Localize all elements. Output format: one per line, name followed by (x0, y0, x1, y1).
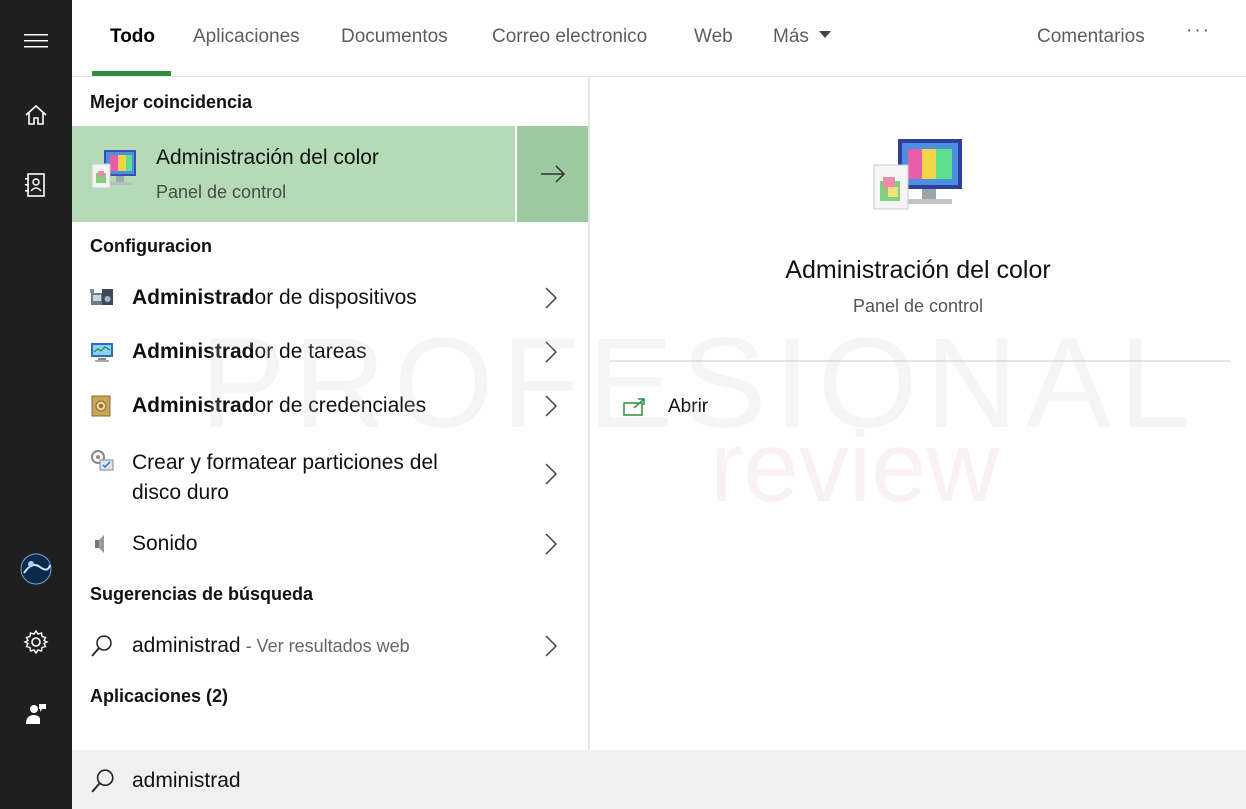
color-management-icon (90, 146, 140, 196)
section-best-match: Mejor coincidencia (90, 92, 253, 112)
caret-down-icon (818, 31, 831, 39)
notebook-icon[interactable] (18, 167, 54, 203)
list-item-label: administrad - Ver resultados web (132, 634, 410, 657)
home-icon[interactable] (18, 97, 54, 133)
open-external-icon (623, 398, 645, 416)
best-match-expand-button[interactable] (517, 126, 588, 222)
list-item-sound[interactable]: Sonido (72, 522, 588, 566)
list-item-credential-manager[interactable]: Administrador de credenciales (72, 384, 588, 428)
tab-email[interactable]: Correo electronico (492, 26, 647, 48)
section-search-suggestions: Sugerencias de búsqueda (90, 584, 314, 604)
list-item-label: Administrador de dispositivos (132, 286, 417, 309)
tab-web[interactable]: Web (694, 26, 733, 48)
search-input[interactable]: administrad (132, 769, 241, 793)
tab-apps[interactable]: Aplicaciones (193, 26, 300, 48)
list-item-disk-management[interactable]: Crear y formatear particiones del disco d… (72, 438, 588, 508)
feedback-link[interactable]: Comentarios (1037, 26, 1145, 48)
section-settings: Configuracion (90, 236, 212, 256)
feedback-person-icon[interactable] (18, 696, 54, 732)
preview-subtitle: Panel de control (852, 296, 984, 316)
column-divider (588, 77, 590, 750)
tab-documents[interactable]: Documentos (341, 26, 448, 48)
speaker-icon (90, 533, 114, 555)
more-options-icon[interactable]: ··· (1186, 20, 1211, 42)
sidebar (0, 0, 72, 809)
chevron-right-icon (545, 341, 558, 363)
list-item-task-manager[interactable]: Administrador de tareas (72, 330, 588, 374)
tab-all[interactable]: Todo (110, 26, 155, 48)
results-list: Mejor coincidencia Administración del co… (72, 77, 588, 750)
search-icon (90, 768, 116, 799)
list-item-label: Sonido (132, 532, 198, 555)
best-match-item[interactable]: Administración del color Panel de contro… (72, 126, 515, 222)
tab-more[interactable]: Más (773, 26, 831, 48)
disk-management-icon (90, 449, 114, 471)
user-avatar[interactable] (18, 551, 54, 587)
watermark-logo-sub: review (710, 411, 999, 523)
list-item-label: Crear y formatear particiones del disco d… (132, 451, 438, 504)
color-management-large-icon (870, 135, 966, 215)
section-apps: Aplicaciones (2) (90, 686, 229, 706)
list-item-device-manager[interactable]: Administrador de dispositivos (72, 276, 588, 320)
search-icon (90, 634, 114, 657)
filter-tabs: Todo Aplicaciones Documentos Correo elec… (72, 0, 1246, 77)
open-label: Abrir (668, 396, 709, 417)
device-manager-icon (90, 287, 114, 309)
search-bar[interactable]: administrad (72, 750, 1246, 809)
tab-more-label: Más (773, 26, 809, 47)
chevron-right-icon (545, 533, 558, 555)
active-tab-indicator (92, 71, 171, 76)
chevron-right-icon (545, 463, 558, 485)
list-item-label: Administrador de credenciales (132, 394, 427, 417)
chevron-right-icon (545, 395, 558, 417)
best-match-subtitle: Panel de control (156, 182, 287, 202)
task-manager-icon (90, 341, 114, 363)
best-match-title: Administración del color (156, 146, 379, 169)
chevron-right-icon (545, 287, 558, 309)
chevron-right-icon (545, 635, 558, 657)
list-item-label: Administrador de tareas (132, 340, 367, 363)
list-item-web-suggestion[interactable]: administrad - Ver resultados web (72, 624, 588, 668)
settings-gear-icon[interactable] (18, 624, 54, 660)
hamburger-menu-icon[interactable] (18, 23, 54, 59)
credential-manager-icon (90, 395, 114, 417)
open-action[interactable]: Abrir (622, 392, 708, 422)
preview-separator (610, 360, 1230, 362)
arrow-right-icon (540, 165, 565, 183)
preview-title: Administración del color (785, 256, 1051, 284)
